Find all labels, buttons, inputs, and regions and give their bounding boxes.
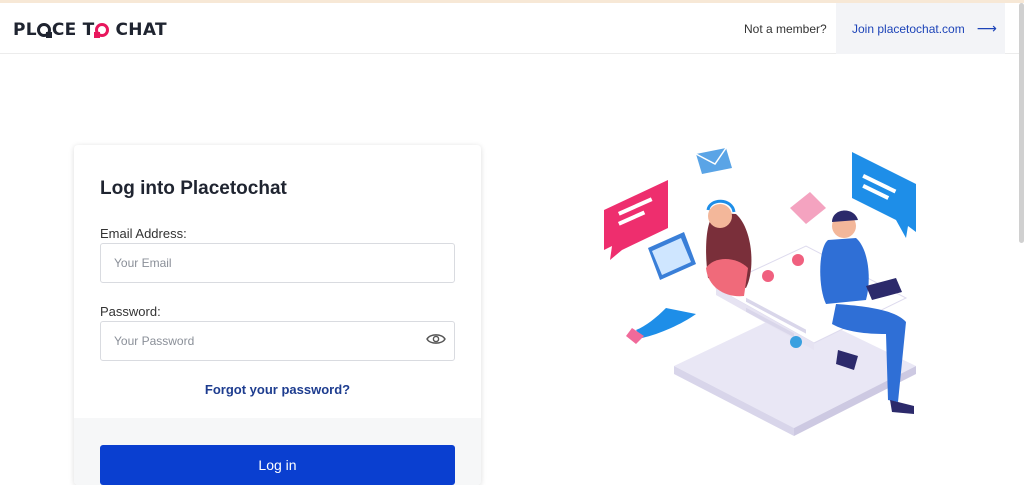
logo-a-mark (37, 23, 53, 38)
email-label: Email Address: (100, 226, 187, 241)
join-link[interactable]: Join placetochat.com ⟶ (836, 3, 1005, 54)
eye-icon[interactable] (426, 332, 446, 346)
chat-illustration (604, 147, 916, 436)
join-link-label: Join placetochat.com (852, 21, 965, 36)
logo-o-mark (94, 23, 110, 38)
forgot-password-link[interactable]: Forgot your password? (74, 382, 481, 397)
email-input[interactable] (100, 243, 455, 283)
scrollbar[interactable] (1019, 3, 1024, 243)
arrow-right-icon: ⟶ (976, 20, 997, 36)
password-label: Password: (100, 304, 161, 319)
not-member-text: Not a member? (744, 22, 827, 36)
login-card: Log into Placetochat Email Address: Pass… (74, 145, 481, 485)
login-button[interactable]: Log in (100, 445, 455, 485)
login-title: Log into Placetochat (100, 178, 287, 199)
login-card-footer: Log in (74, 418, 481, 485)
logo[interactable]: PL CE T CHAT (13, 20, 167, 40)
password-input[interactable] (100, 321, 455, 361)
